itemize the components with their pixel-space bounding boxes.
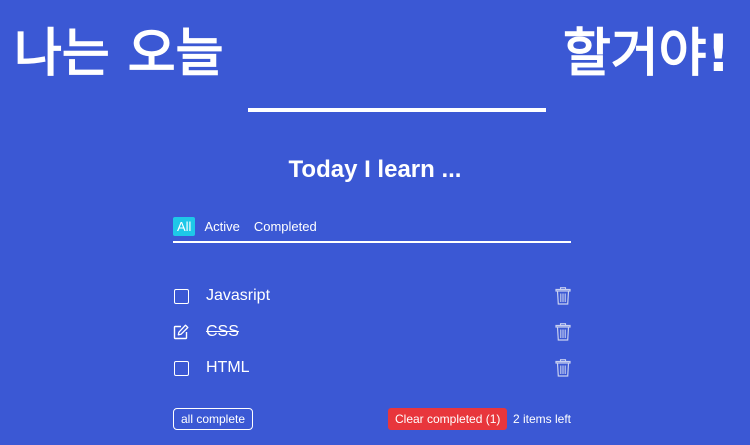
page-title: Today I learn ... [288,156,462,183]
checkbox-icon[interactable] [174,288,189,304]
hero-right-text: 할거야! [563,24,731,84]
items-left-count: 2 items left [512,412,571,426]
all-complete-button[interactable]: all complete [173,408,254,430]
todo-text[interactable]: CSS [206,323,239,341]
clear-completed-button[interactable]: Clear completed (1) [388,408,508,430]
hero-blank-line [248,108,546,112]
trash-icon[interactable] [555,287,571,305]
todo-text[interactable]: HTML [206,359,250,377]
todo-footer: all complete Clear completed (1) 2 items… [173,408,571,430]
todo-list: Javasript CSS HTML [173,278,571,386]
checkbox-icon[interactable] [174,360,189,376]
hero-left-text: 나는 오늘 [14,24,224,84]
todo-item: CSS [173,314,571,350]
tab-active[interactable]: Active [199,217,244,236]
trash-icon[interactable] [555,359,571,377]
edit-icon[interactable] [173,324,189,340]
filter-tabs: All Active Completed [173,217,571,243]
todo-item: Javasript [173,278,571,314]
todo-text[interactable]: Javasript [206,287,270,305]
tab-all[interactable]: All [173,217,196,236]
trash-icon[interactable] [555,323,571,341]
hero-banner: 나는 오늘 할거야! [0,22,750,112]
tab-completed[interactable]: Completed [249,217,322,236]
todo-item: HTML [173,350,571,386]
